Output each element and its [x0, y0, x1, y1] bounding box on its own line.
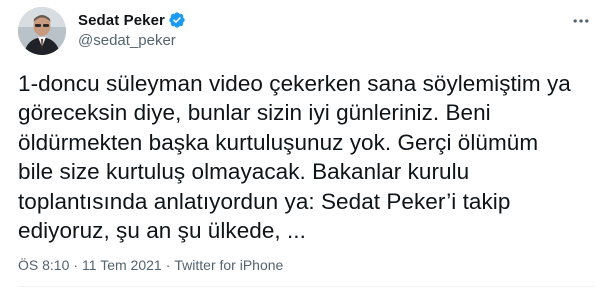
tweet-card: Sedat Peker @sedat_peker 1-doncu süleyma…: [0, 0, 612, 290]
more-options-icon[interactable]: [570, 10, 592, 32]
divider: [18, 286, 594, 287]
tweet-meta: ÖS 8:10 · 11 Tem 2021 · Twitter for iPho…: [18, 257, 283, 273]
avatar[interactable]: [18, 7, 66, 55]
author-block: Sedat Peker @sedat_peker: [78, 10, 186, 52]
tweet-time[interactable]: ÖS 8:10: [18, 257, 69, 273]
avatar-photo: [18, 7, 66, 55]
author-name-row: Sedat Peker: [78, 10, 186, 30]
tweet-text: 1-doncu süleyman video çekerken sana söy…: [18, 71, 571, 244]
author-handle[interactable]: @sedat_peker: [78, 32, 186, 52]
meta-separator: ·: [73, 257, 79, 273]
tweet-source[interactable]: Twitter for iPhone: [174, 257, 283, 273]
meta-separator: ·: [165, 257, 171, 273]
tweet-date[interactable]: 11 Tem 2021: [82, 257, 162, 273]
verified-badge-icon: [168, 11, 186, 29]
author-display-name[interactable]: Sedat Peker: [78, 12, 165, 29]
